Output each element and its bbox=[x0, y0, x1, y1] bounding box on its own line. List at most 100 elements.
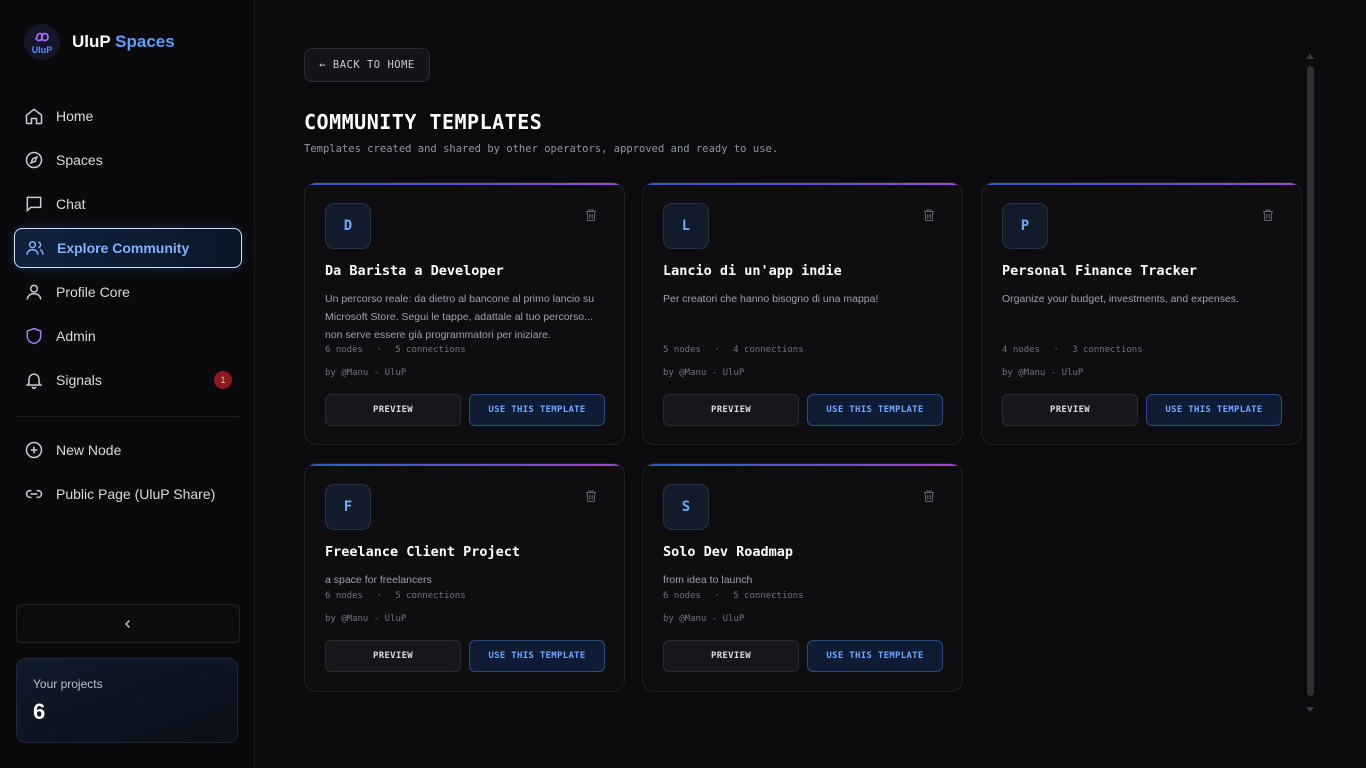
template-nodes: 6 nodes bbox=[663, 591, 701, 601]
sidebar-item-new-node[interactable]: New Node bbox=[14, 430, 242, 470]
template-title: Personal Finance Tracker bbox=[1002, 263, 1198, 279]
chat-icon bbox=[26, 196, 42, 213]
sidebar-item-profile-core[interactable]: Profile Core bbox=[14, 272, 242, 312]
chevron-left-icon bbox=[124, 619, 131, 628]
sidebar-item-label: Signals bbox=[56, 372, 102, 388]
plus-circle-icon bbox=[25, 441, 43, 459]
use-template-button[interactable]: USE THIS TEMPLATE bbox=[469, 394, 605, 426]
sidebar-item-label: Spaces bbox=[56, 152, 103, 168]
template-stats: 6 nodes · 5 connections bbox=[663, 591, 804, 601]
sidebar-nav: Home Spaces Chat Explore Community Profi… bbox=[14, 96, 242, 404]
use-template-button[interactable]: USE THIS TEMPLATE bbox=[469, 640, 605, 672]
scroll-down-arrow[interactable] bbox=[1306, 707, 1314, 712]
template-connections: 5 connections bbox=[733, 591, 804, 601]
sidebar: UluP UluP Spaces Home Spaces Chat Explor… bbox=[0, 0, 255, 768]
template-description: Per creatori che hanno bisogno di una ma… bbox=[663, 293, 879, 305]
brand[interactable]: UluP UluP Spaces bbox=[24, 24, 175, 60]
sidebar-item-chat[interactable]: Chat bbox=[14, 184, 242, 224]
projects-label: Your projects bbox=[33, 677, 103, 691]
template-avatar: D bbox=[325, 203, 371, 249]
nav-divider bbox=[16, 416, 239, 417]
use-template-button[interactable]: USE THIS TEMPLATE bbox=[1146, 394, 1282, 426]
template-description: Un percorso reale: da dietro al bancone … bbox=[325, 293, 595, 341]
preview-button[interactable]: PREVIEW bbox=[325, 640, 461, 672]
preview-button[interactable]: PREVIEW bbox=[1002, 394, 1138, 426]
use-template-button[interactable]: USE THIS TEMPLATE bbox=[807, 640, 943, 672]
template-card: P Personal Finance Tracker Organize your… bbox=[981, 182, 1302, 445]
template-author: by @Manu - UluP bbox=[325, 368, 407, 378]
sidebar-item-admin[interactable]: Admin bbox=[14, 316, 242, 356]
brand-name: UluP Spaces bbox=[72, 32, 175, 52]
sidebar-nav-secondary: New Node Public Page (UluP Share) bbox=[14, 430, 242, 518]
collapse-sidebar-button[interactable] bbox=[16, 604, 240, 643]
template-nodes: 6 nodes bbox=[325, 591, 363, 601]
template-description: a space for freelancers bbox=[325, 574, 432, 586]
shield-icon bbox=[26, 327, 42, 345]
notification-badge: 1 bbox=[214, 371, 232, 389]
sidebar-item-label: Admin bbox=[56, 328, 96, 344]
template-avatar: P bbox=[1002, 203, 1048, 249]
template-stats: 6 nodes · 5 connections bbox=[325, 591, 466, 601]
use-template-button[interactable]: USE THIS TEMPLATE bbox=[807, 394, 943, 426]
sidebar-item-label: Public Page (UluP Share) bbox=[56, 486, 216, 502]
users-icon bbox=[26, 241, 44, 255]
link-icon bbox=[25, 489, 43, 499]
template-avatar: F bbox=[325, 484, 371, 530]
template-connections: 3 connections bbox=[1072, 345, 1143, 355]
back-to-home-button[interactable]: ← BACK TO HOME bbox=[304, 48, 430, 82]
meta-separator: · bbox=[376, 591, 382, 601]
sidebar-item-public-page[interactable]: Public Page (UluP Share) bbox=[14, 474, 242, 514]
logo: UluP bbox=[24, 24, 60, 60]
trash-icon[interactable] bbox=[584, 208, 598, 222]
sidebar-item-spaces[interactable]: Spaces bbox=[14, 140, 242, 180]
sidebar-item-explore-community[interactable]: Explore Community bbox=[14, 228, 242, 268]
template-author: by @Manu - UluP bbox=[663, 614, 745, 624]
user-icon bbox=[26, 284, 42, 300]
template-nodes: 5 nodes bbox=[663, 345, 701, 355]
template-connections: 5 connections bbox=[395, 591, 466, 601]
sidebar-item-label: Home bbox=[56, 108, 94, 124]
template-title: Solo Dev Roadmap bbox=[663, 544, 794, 560]
template-title: Freelance Client Project bbox=[325, 544, 521, 560]
scroll-up-arrow[interactable] bbox=[1306, 54, 1314, 59]
brand-name-main: UluP bbox=[72, 32, 111, 51]
preview-button[interactable]: PREVIEW bbox=[663, 640, 799, 672]
template-stats: 6 nodes · 5 connections bbox=[325, 345, 466, 355]
template-description: from idea to launch bbox=[663, 574, 753, 586]
trash-icon[interactable] bbox=[584, 489, 598, 503]
preview-button[interactable]: PREVIEW bbox=[325, 394, 461, 426]
template-author: by @Manu - UluP bbox=[325, 614, 407, 624]
template-avatar: L bbox=[663, 203, 709, 249]
sidebar-item-label: Chat bbox=[56, 196, 86, 212]
template-card: L Lancio di un'app indie Per creatori ch… bbox=[642, 182, 963, 445]
template-author: by @Manu - UluP bbox=[663, 368, 745, 378]
template-description: Organize your budget, investments, and e… bbox=[1002, 293, 1239, 305]
meta-separator: · bbox=[376, 345, 382, 355]
template-title: Da Barista a Developer bbox=[325, 263, 504, 279]
template-card: D Da Barista a Developer Un percorso rea… bbox=[304, 182, 625, 445]
template-card: F Freelance Client Project a space for f… bbox=[304, 463, 625, 692]
sidebar-item-home[interactable]: Home bbox=[14, 96, 242, 136]
template-stats: 4 nodes · 3 connections bbox=[1002, 345, 1143, 355]
projects-count: 6 bbox=[33, 699, 46, 724]
home-icon bbox=[25, 108, 43, 125]
logo-text: UluP bbox=[31, 44, 53, 55]
trash-icon[interactable] bbox=[1261, 208, 1275, 222]
template-nodes: 6 nodes bbox=[325, 345, 363, 355]
meta-separator: · bbox=[714, 345, 720, 355]
template-nodes: 4 nodes bbox=[1002, 345, 1040, 355]
template-card: S Solo Dev Roadmap from idea to launch 6… bbox=[642, 463, 963, 692]
meta-separator: · bbox=[714, 591, 720, 601]
sidebar-item-signals[interactable]: Signals 1 bbox=[14, 360, 242, 400]
trash-icon[interactable] bbox=[922, 489, 936, 503]
compass-icon bbox=[25, 151, 43, 169]
bell-icon bbox=[25, 373, 43, 390]
template-connections: 5 connections bbox=[395, 345, 466, 355]
trash-icon[interactable] bbox=[922, 208, 936, 222]
preview-button[interactable]: PREVIEW bbox=[663, 394, 799, 426]
sidebar-item-label: Profile Core bbox=[56, 284, 130, 300]
template-stats: 5 nodes · 4 connections bbox=[663, 345, 804, 355]
sidebar-item-label: Explore Community bbox=[57, 240, 190, 256]
scrollbar-thumb[interactable] bbox=[1307, 66, 1314, 696]
brand-name-accent: Spaces bbox=[115, 32, 175, 51]
